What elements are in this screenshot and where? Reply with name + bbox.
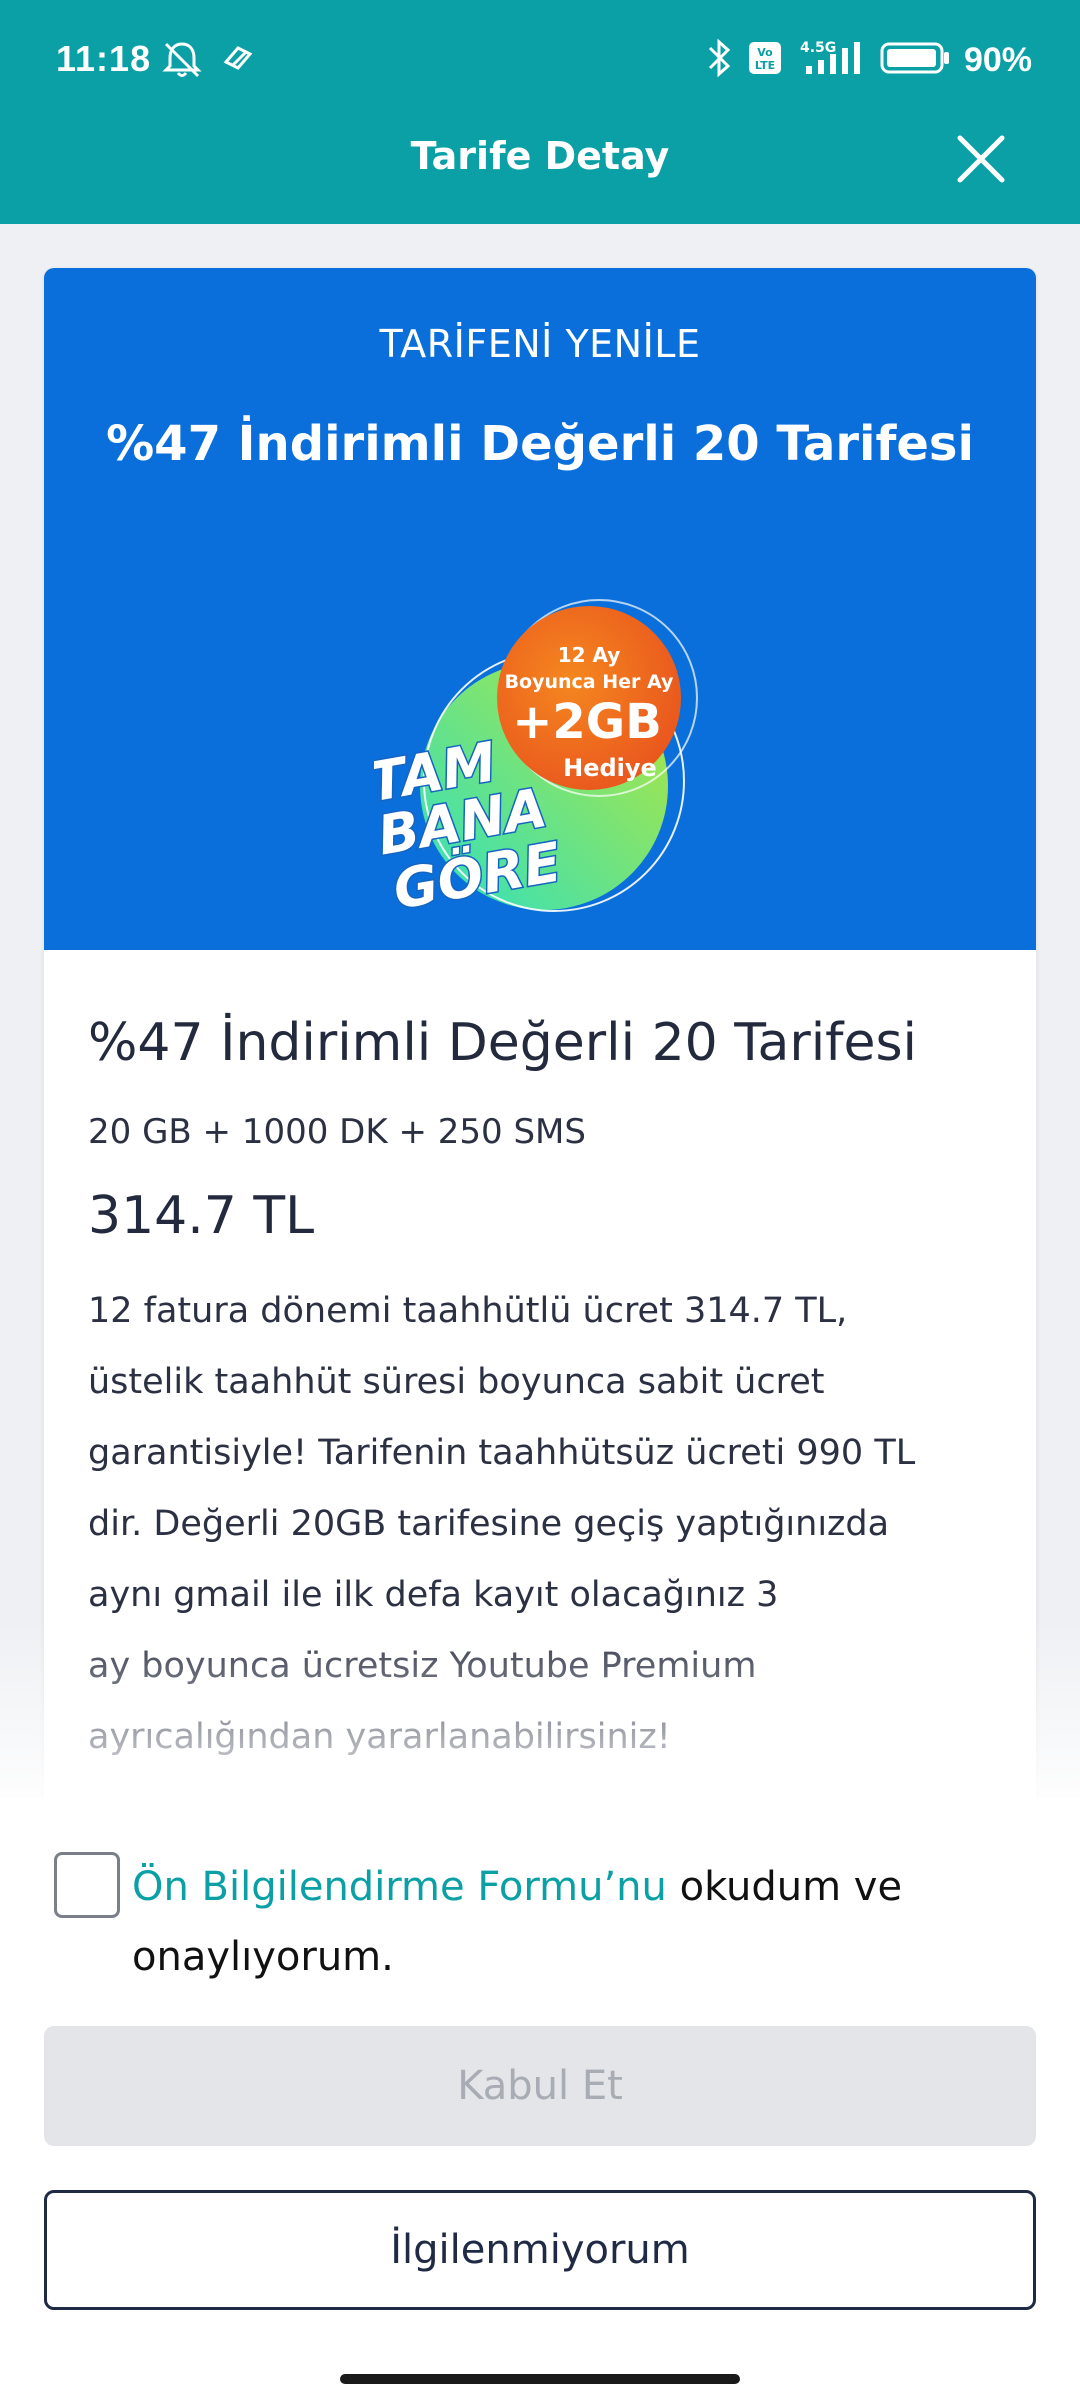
decline-button[interactable]: İlgilenmiyorum [44,2190,1036,2310]
signal-icon: 4.5G [796,38,866,82]
description-line: üstelik taahhüt süresi boyunca sabit ücr… [88,1362,825,1402]
consent-text-line2: onaylıyorum. [132,1934,394,1980]
status-time: 11:18 [56,38,152,79]
promo-line3: Hediye [563,754,657,782]
info-form-link[interactable]: Ön Bilgilendirme Formu’nu [132,1864,667,1910]
svg-text:LTE: LTE [755,59,775,72]
consent-checkbox[interactable] [54,1852,120,1918]
tariff-title: %47 İndirimli Değerli 20 Tarifesi [88,1013,917,1073]
promo-line2: Boyunca Her Ay [505,671,674,693]
promo-line1: 12 Ay [558,643,621,667]
description-line: aynı gmail ile ilk defa kayıt olacağınız… [88,1575,779,1615]
home-indicator[interactable] [340,2374,740,2384]
status-right-icons: Vo LTE 4.5G 90% [704,38,1032,82]
bluetooth-icon [704,38,734,82]
description-line: ayrıcalığından yararlanabilirsiniz! [88,1717,671,1757]
description-line: dir. Değerli 20GB tarifesine geçiş yaptı… [88,1504,890,1544]
consent-text-after: okudum ve [666,1864,903,1910]
page-title: Tarife Detay [410,134,670,178]
status-bar: 11:18 Vo LTE 4.5G 90% [0,0,1080,120]
mute-icon [160,40,204,84]
tariff-card: TARİFENİ YENİLE %47 İndirimli Değerli 20… [44,268,1036,1808]
action-sheet: Ön Bilgilendirme Formu’nu okudum ve onay… [0,1798,1080,2400]
promo-big: +2GB [512,694,662,750]
battery-icon [880,40,950,80]
banner-title: %47 İndirimli Değerli 20 Tarifesi [106,416,974,472]
tariff-info: %47 İndirimli Değerli 20 Tarifesi 20 GB … [88,1010,992,1773]
close-icon [957,135,1005,183]
svg-text:4.5G: 4.5G [800,40,836,56]
battery-percent: 90% [963,40,1032,79]
swirl-icon [218,40,258,84]
description-line: 12 fatura dönemi taahhütlü ücret 314.7 T… [88,1291,848,1331]
close-button[interactable] [952,130,1010,188]
tariff-description: 12 fatura dönemi taahhütlü ücret 314.7 T… [88,1276,992,1773]
consent-text: Ön Bilgilendirme Formu’nu okudum ve onay… [132,1852,1032,1992]
tariff-price: 314.7 TL [88,1186,315,1246]
tariff-package: 20 GB + 1000 DK + 250 SMS [88,1112,586,1152]
status-left-icons [160,40,258,84]
app-header: 11:18 Vo LTE 4.5G 90% Tarife Detay [0,0,1080,224]
promo-badge-image: 12 Ay Boyunca Her Ay +2GB Hediye TAM BAN… [374,599,698,923]
description-line: garantisiyle! Tarifenin taahhütsüz ücret… [88,1433,916,1473]
banner-kicker: TARİFENİ YENİLE [379,322,701,366]
accept-button[interactable]: Kabul Et [44,2026,1036,2146]
volte-icon: Vo LTE [748,41,782,79]
tariff-banner: TARİFENİ YENİLE %47 İndirimli Değerli 20… [44,268,1036,950]
description-line: ay boyunca ücretsiz Youtube Premium [88,1646,757,1686]
svg-text:Vo: Vo [757,46,773,59]
